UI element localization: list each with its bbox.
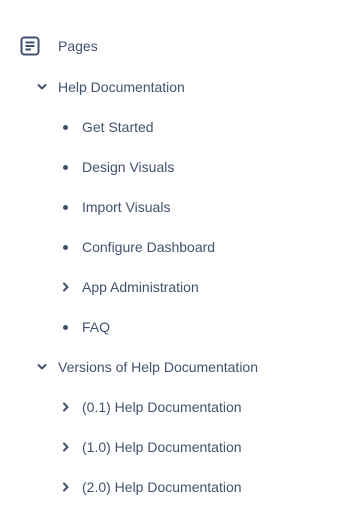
chevron-right-icon[interactable] bbox=[59, 480, 73, 494]
tree-item-configure-dashboard[interactable]: Configure Dashboard bbox=[0, 231, 345, 263]
page-icon bbox=[19, 35, 41, 57]
tree-item-version-2-0[interactable]: (2.0) Help Documentation bbox=[0, 471, 345, 503]
tree-section-help-documentation[interactable]: Help Documentation bbox=[0, 71, 345, 103]
tree-item-design-visuals[interactable]: Design Visuals bbox=[0, 151, 345, 183]
tree-item-label: Configure Dashboard bbox=[82, 239, 216, 255]
tree-item-version-1-0[interactable]: (1.0) Help Documentation bbox=[0, 431, 345, 463]
tree-root-label: Pages bbox=[58, 38, 98, 54]
tree-item-get-started[interactable]: Get Started bbox=[0, 111, 345, 143]
chevron-right-icon[interactable] bbox=[59, 440, 73, 454]
tree-item-label: Get Started bbox=[82, 119, 154, 135]
bullet-icon bbox=[63, 244, 68, 250]
tree-item-label: (1.0) Help Documentation bbox=[82, 439, 242, 455]
tree-item-label: App Administration bbox=[82, 279, 199, 295]
tree-item-version-0-1[interactable]: (0.1) Help Documentation bbox=[0, 391, 345, 423]
tree-item-label: (2.0) Help Documentation bbox=[82, 479, 242, 495]
tree-item-label: (0.1) Help Documentation bbox=[82, 399, 242, 415]
tree-item-label: Import Visuals bbox=[82, 199, 171, 215]
chevron-down-icon[interactable] bbox=[35, 360, 49, 374]
bullet-icon bbox=[63, 124, 68, 130]
tree-item-import-visuals[interactable]: Import Visuals bbox=[0, 191, 345, 223]
page-tree: Pages Help Documentation Get Started Des… bbox=[0, 0, 345, 507]
bullet-icon bbox=[63, 324, 68, 330]
bullet-icon bbox=[63, 164, 68, 170]
tree-section-versions[interactable]: Versions of Help Documentation bbox=[0, 351, 345, 383]
chevron-right-icon[interactable] bbox=[59, 280, 73, 294]
tree-root-pages[interactable]: Pages bbox=[0, 30, 345, 62]
tree-item-faq[interactable]: FAQ bbox=[0, 311, 345, 343]
tree-item-label: Design Visuals bbox=[82, 159, 175, 175]
tree-section-label: Versions of Help Documentation bbox=[58, 359, 258, 375]
tree-item-label: FAQ bbox=[82, 319, 111, 335]
tree-item-app-administration[interactable]: App Administration bbox=[0, 271, 345, 303]
bullet-icon bbox=[63, 204, 68, 210]
tree-section-label: Help Documentation bbox=[58, 79, 185, 95]
chevron-down-icon[interactable] bbox=[35, 80, 49, 94]
chevron-right-icon[interactable] bbox=[59, 400, 73, 414]
